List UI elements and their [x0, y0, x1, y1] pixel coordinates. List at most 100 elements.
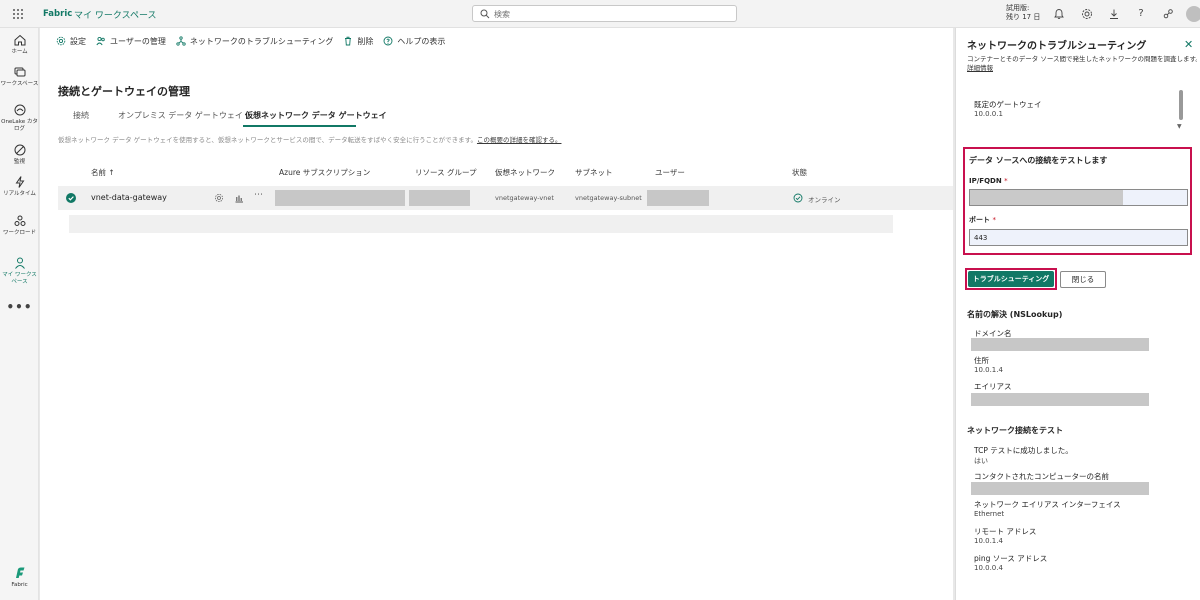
tcp-test-label: TCP テストに成功しました。 [974, 446, 1073, 455]
page-title: 接続とゲートウェイの管理 [58, 85, 190, 98]
column-subscription[interactable]: Azure サブスクリプション [279, 167, 370, 178]
people-icon [96, 36, 105, 46]
bell-icon[interactable] [1053, 8, 1065, 20]
remote-address-value: 10.0.1.4 [974, 537, 1003, 545]
close-icon[interactable]: ✕ [1184, 38, 1193, 51]
nav-item-onelake[interactable]: OneLake カタログ [0, 103, 39, 133]
manage-users-label: ユーザーの管理 [110, 36, 166, 46]
column-resource-group[interactable]: リソース グループ [415, 167, 477, 178]
nav-more-button[interactable]: ••• [0, 300, 39, 314]
gear-icon [56, 36, 66, 46]
interface-value: Ethernet [974, 510, 1005, 518]
nav-label-workloads: ワークロード [2, 230, 36, 236]
nav-label-monitor: 監視 [13, 159, 25, 165]
empty-row [69, 215, 893, 233]
redacted-subscription [275, 190, 405, 206]
help-icon[interactable]: ? [1135, 8, 1147, 20]
person-icon [14, 257, 25, 269]
main-content: 設定 ユーザーの管理 ネットワークのトラブルシューティング 削除 ヘルプの表示 … [40, 28, 953, 600]
column-subnet[interactable]: サブネット [575, 167, 613, 178]
nslookup-title: 名前の解決 (NSLookup) [967, 310, 1063, 319]
nav-item-workspaces[interactable]: ワークスペース [0, 65, 39, 88]
manage-users-button[interactable]: ユーザーの管理 [96, 36, 166, 47]
troubleshoot-network-button[interactable]: ネットワークのトラブルシューティング [176, 36, 334, 47]
checkmark-circle-icon[interactable] [66, 193, 76, 203]
download-icon[interactable] [1108, 8, 1120, 20]
ping-source-label: ping ソース アドレス [974, 554, 1048, 563]
redacted-alias [971, 393, 1149, 406]
brand-name[interactable]: Fabric [43, 9, 72, 19]
tab-vnet-gateways[interactable]: 仮想ネットワーク データ ゲートウェイ [245, 110, 387, 121]
nav-item-home[interactable]: ホーム [0, 33, 39, 56]
test-connection-section: データ ソースへの接続をテストします IP/FQDN * ポート * 443 [963, 147, 1192, 255]
required-marker: * [1004, 177, 1008, 185]
search-placeholder: 検索 [494, 10, 510, 19]
left-nav: ホーム ワークスペース OneLake カタログ 監視 リアルタイム ワークロー… [0, 28, 39, 600]
table-header: 名前 ↑ Azure サブスクリプション リソース グループ 仮想ネットワーク … [58, 166, 953, 182]
active-tab-indicator [243, 125, 356, 127]
redacted-domain-name [971, 338, 1149, 351]
ip-fqdn-label: IP/FQDN * [969, 177, 1008, 185]
nav-label-realtime: リアルタイム [3, 191, 36, 197]
nav-label-home: ホーム [11, 49, 28, 55]
description-link[interactable]: この概要の詳細を確認する。 [477, 136, 562, 144]
tab-onprem-gateways[interactable]: オンプレミス データ ゲートウェイ [118, 110, 243, 121]
app-launcher-icon[interactable] [12, 8, 24, 20]
tab-connections[interactable]: 接続 [73, 110, 89, 121]
port-label-text: ポート [969, 216, 990, 224]
nav-item-monitor[interactable]: 監視 [0, 143, 39, 166]
gear-icon[interactable] [214, 193, 224, 203]
ip-fqdn-input[interactable] [969, 189, 1188, 206]
share-icon[interactable] [1162, 8, 1174, 20]
table-row[interactable]: vnet-data-gateway ⋯ vnetgateway-vnet vne… [58, 186, 953, 210]
lightning-icon [15, 176, 24, 188]
test-connection-title: データ ソースへの接続をテストします [969, 156, 1108, 165]
nav-item-my-workspace[interactable]: マイ ワークスペース [0, 256, 39, 286]
scroll-down-icon[interactable]: ▼ [1177, 123, 1182, 130]
monitor-icon [14, 144, 25, 156]
more-options-icon[interactable]: ⋯ [254, 190, 263, 200]
network-test-title: ネットワーク接続をテスト [967, 426, 1063, 435]
address-value: 10.0.1.4 [974, 366, 1003, 374]
trial-status[interactable]: 試用版: 残り 17 日 [1006, 4, 1040, 22]
troubleshoot-panel: ネットワークのトラブルシューティング ✕ コンテナーとそのデータ ソース間で発生… [955, 28, 1200, 600]
redacted-resource-group [409, 190, 470, 206]
breadcrumb-workspace[interactable]: マイ ワークスペース [74, 8, 157, 21]
chart-icon[interactable] [234, 193, 244, 203]
nav-item-workloads[interactable]: ワークロード [0, 214, 39, 237]
search-box[interactable]: 検索 [472, 5, 737, 22]
port-input[interactable]: 443 [969, 229, 1188, 246]
status-badge: オンライン [808, 196, 841, 204]
troubleshoot-button-highlight: トラブルシューティング [965, 268, 1057, 290]
avatar[interactable] [1186, 6, 1200, 22]
scrollbar-thumb[interactable] [1179, 90, 1183, 120]
trial-label: 試用版: [1006, 4, 1030, 12]
help-label: ヘルプの表示 [397, 36, 446, 46]
column-status[interactable]: 状態 [792, 167, 807, 178]
column-users[interactable]: ユーザー [655, 167, 685, 178]
column-name[interactable]: 名前 ↑ [91, 167, 115, 178]
tcp-test-value: はい [974, 457, 988, 465]
settings-label: 設定 [70, 36, 86, 46]
gateway-name[interactable]: vnet-data-gateway [91, 193, 167, 202]
fabric-switcher[interactable]: Fabric [0, 566, 39, 588]
tab-description: 仮想ネットワーク データ ゲートウェイを使用すると、仮想ネットワークとサービスの… [58, 134, 561, 144]
remote-address-label: リモート アドレス [974, 527, 1037, 536]
close-button[interactable]: 閉じる [1060, 271, 1106, 288]
interface-label: ネットワーク エイリアス インターフェイス [974, 500, 1121, 509]
gear-icon[interactable] [1081, 8, 1093, 20]
onelake-catalog-icon [14, 104, 25, 116]
learn-more-link[interactable]: 詳細情報 [967, 64, 993, 72]
troubleshoot-network-label: ネットワークのトラブルシューティング [189, 36, 334, 46]
nav-item-realtime[interactable]: リアルタイム [0, 175, 39, 198]
column-vnet[interactable]: 仮想ネットワーク [495, 167, 555, 178]
default-gateway-value: 10.0.0.1 [974, 110, 1003, 118]
help-button[interactable]: ヘルプの表示 [383, 36, 445, 47]
troubleshoot-button[interactable]: トラブルシューティング [968, 271, 1054, 287]
delete-button[interactable]: 削除 [343, 36, 373, 47]
command-bar: 設定 ユーザーの管理 ネットワークのトラブルシューティング 削除 ヘルプの表示 [56, 35, 455, 47]
search-icon [480, 9, 490, 19]
nav-label-workspaces: ワークスペース [0, 81, 39, 87]
ip-fqdn-label-text: IP/FQDN [969, 177, 1002, 185]
settings-button[interactable]: 設定 [56, 36, 86, 47]
